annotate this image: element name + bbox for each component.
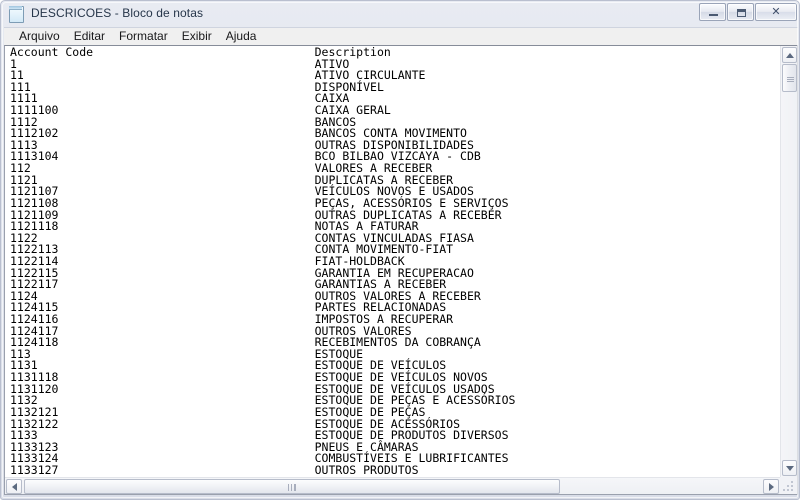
document-content: Account Code Description 1 ATIVO 11 ATIVO …: [10, 46, 780, 477]
menu-item-ajuda[interactable]: Ajuda: [219, 28, 264, 45]
text-editor[interactable]: Account Code Description 1 ATIVO 11 ATIVO …: [5, 46, 780, 477]
close-button[interactable]: ✕: [755, 3, 797, 21]
resize-grip-dot: [791, 489, 793, 491]
scroll-left-button[interactable]: [6, 479, 22, 494]
scroll-right-button[interactable]: [763, 479, 779, 494]
chevron-right-icon: [768, 482, 774, 491]
resize-grip-dot: [787, 489, 789, 491]
scrollbar-grip-icon: [787, 77, 794, 82]
window-controls: ✕: [699, 3, 797, 21]
vertical-scrollbar[interactable]: [780, 46, 797, 477]
title-bar[interactable]: DESCRICOES - Bloco de notas ✕: [1, 1, 800, 26]
horizontal-scrollbar[interactable]: [5, 477, 780, 494]
horizontal-scrollbar-thumb[interactable]: [24, 479, 560, 494]
scrollbar-grip-icon: [288, 484, 296, 491]
scroll-up-button[interactable]: [782, 47, 797, 63]
chevron-up-icon: [785, 52, 794, 58]
minimize-button[interactable]: [699, 3, 726, 21]
notepad-icon: [8, 5, 24, 23]
menu-item-formatar[interactable]: Formatar: [112, 28, 175, 45]
notepad-window: DESCRICOES - Bloco de notas ✕ Arquivo Ed…: [0, 0, 800, 500]
maximize-button[interactable]: [727, 3, 754, 21]
menu-bar: Arquivo Editar Formatar Exibir Ajuda: [4, 27, 798, 45]
resize-grip-dot: [791, 485, 793, 487]
menu-item-arquivo[interactable]: Arquivo: [12, 28, 67, 45]
editor-client-area: Account Code Description 1 ATIVO 11 ATIVO …: [4, 45, 798, 495]
text-line: 1133127 OUTROS PRODUTOS: [10, 462, 419, 477]
menu-item-exibir[interactable]: Exibir: [175, 28, 219, 45]
close-icon: ✕: [771, 5, 781, 18]
resize-grip-dot: [783, 489, 785, 491]
vertical-scrollbar-thumb[interactable]: [782, 64, 797, 92]
minimize-icon: [709, 14, 718, 16]
resize-grip[interactable]: [780, 477, 797, 494]
chevron-down-icon: [785, 465, 794, 471]
resize-grip-dot: [787, 485, 789, 487]
window-title: DESCRICOES - Bloco de notas: [31, 6, 204, 20]
chevron-left-icon: [11, 482, 17, 491]
menu-item-editar[interactable]: Editar: [67, 28, 112, 45]
scroll-down-button[interactable]: [782, 460, 797, 476]
resize-grip-dot: [791, 481, 793, 483]
maximize-icon: [737, 9, 746, 17]
